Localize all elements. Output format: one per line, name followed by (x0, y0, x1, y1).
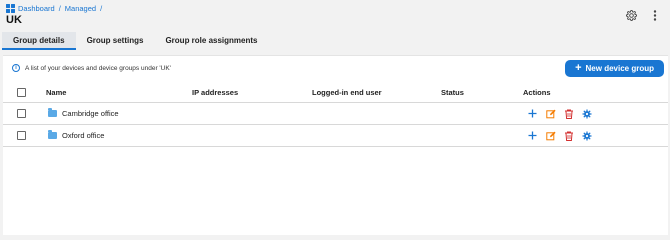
column-header-ip[interactable]: IP addresses (192, 83, 238, 102)
add-icon[interactable] (527, 130, 538, 141)
breadcrumb-dashboard[interactable]: Dashboard (18, 4, 55, 13)
plus-icon: + (575, 62, 582, 74)
column-header-actions: Actions (523, 88, 551, 97)
folder-icon (48, 130, 57, 139)
breadcrumb: Dashboard / Managed / (6, 4, 106, 13)
info-message: i A list of your devices and device grou… (12, 64, 171, 72)
info-icon: i (12, 64, 20, 72)
info-text: A list of your devices and device groups… (25, 64, 171, 72)
table-row[interactable]: Oxford office (3, 125, 668, 147)
edit-icon[interactable] (545, 130, 556, 141)
group-details-panel: i A list of your devices and device grou… (3, 55, 668, 235)
delete-icon[interactable] (563, 108, 574, 119)
table-row[interactable]: Cambridge office (3, 103, 668, 125)
tab-bar: Group details Group settings Group role … (2, 32, 268, 50)
folder-icon (48, 108, 57, 117)
breadcrumb-separator: / (100, 4, 103, 13)
cog-icon[interactable] (581, 130, 592, 141)
page-title: UK (6, 14, 22, 26)
add-icon[interactable] (527, 108, 538, 119)
dashboard-icon (6, 4, 15, 13)
delete-icon[interactable] (563, 130, 574, 141)
row-checkbox[interactable] (17, 109, 26, 118)
new-device-group-label: New device group (585, 64, 654, 73)
new-device-group-button[interactable]: + New device group (565, 60, 664, 77)
column-header-status[interactable]: Status (441, 83, 464, 102)
select-all-checkbox[interactable] (17, 88, 26, 97)
breadcrumb-separator: / (58, 4, 61, 13)
column-header-user[interactable]: Logged-in end user (312, 83, 382, 102)
row-checkbox[interactable] (17, 131, 26, 140)
breadcrumb-managed[interactable]: Managed (65, 4, 96, 13)
tab-group-role-assignments[interactable]: Group role assignments (154, 32, 268, 50)
top-bar: Dashboard / Managed / UK (0, 0, 670, 32)
cog-icon[interactable] (581, 108, 592, 119)
settings-gear-icon[interactable] (626, 10, 637, 21)
row-name[interactable]: Oxford office (62, 131, 104, 140)
table-header: Name IP addresses Logged-in end user Sta… (3, 83, 668, 103)
row-name[interactable]: Cambridge office (62, 109, 119, 118)
tab-group-details[interactable]: Group details (2, 32, 76, 50)
more-vertical-icon[interactable] (649, 10, 660, 21)
column-header-name[interactable]: Name (46, 83, 66, 102)
edit-icon[interactable] (545, 108, 556, 119)
tab-group-settings[interactable]: Group settings (76, 32, 155, 50)
